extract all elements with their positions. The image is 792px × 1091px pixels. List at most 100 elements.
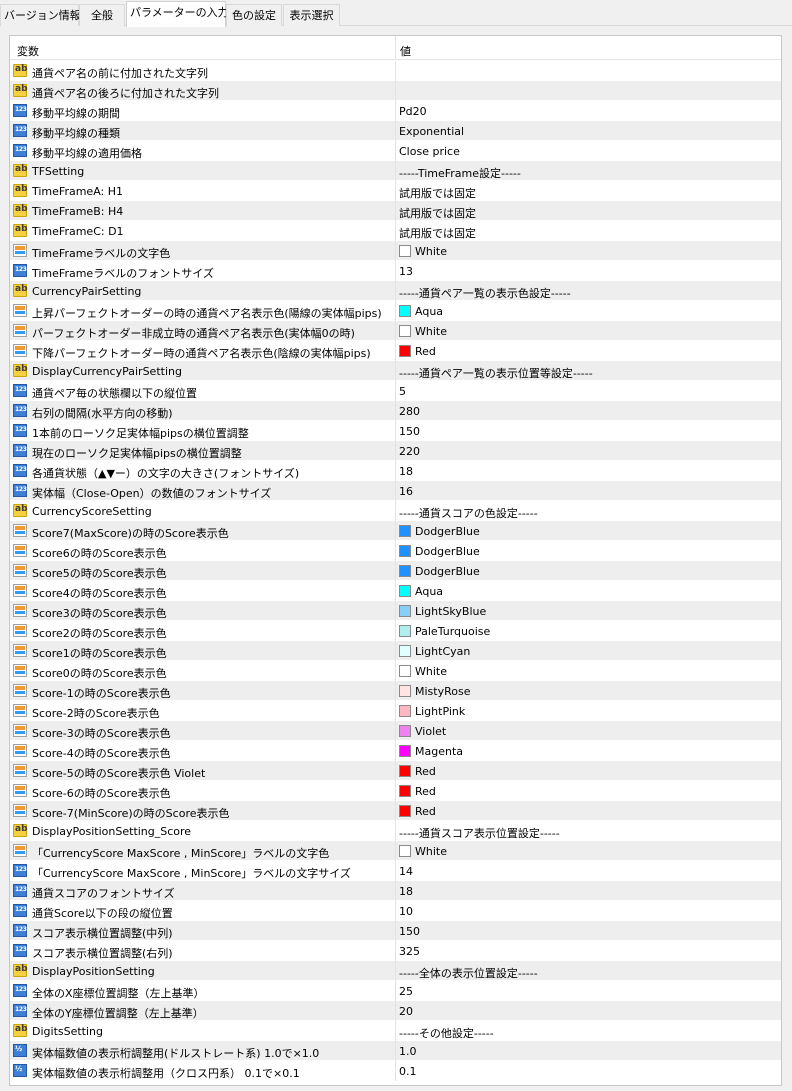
- color-swatch[interactable]: [399, 525, 411, 537]
- color-swatch[interactable]: [399, 785, 411, 797]
- parameter-value[interactable]: Aqua: [415, 585, 443, 598]
- parameter-value[interactable]: 150: [399, 425, 420, 438]
- tab-display-select[interactable]: 表示選択: [283, 4, 340, 26]
- parameter-row[interactable]: ab CurrencyScoreSetting -----通貨スコアの色設定----…: [10, 501, 781, 521]
- parameter-value[interactable]: 16: [399, 485, 413, 498]
- parameter-value[interactable]: -----全体の表示位置設定-----: [399, 965, 538, 981]
- tab-version-info[interactable]: バージョン情報: [0, 4, 81, 26]
- parameter-value[interactable]: Red: [415, 765, 436, 778]
- color-swatch[interactable]: [399, 305, 411, 317]
- color-swatch[interactable]: [399, 705, 411, 717]
- parameter-row[interactable]: 123 各通貨状態（▲▼ー）の文字の大きさ(フォントサイズ) 18: [10, 461, 781, 481]
- header-separator[interactable]: [395, 36, 396, 60]
- parameter-value[interactable]: White: [415, 665, 447, 678]
- parameter-row[interactable]: Score-5の時のScore表示色 Violet Red: [10, 761, 781, 781]
- parameter-value[interactable]: Red: [415, 345, 436, 358]
- parameter-row[interactable]: 123 移動平均線の期間 Pd20: [10, 101, 781, 121]
- parameter-value[interactable]: 18: [399, 465, 413, 478]
- parameter-row[interactable]: 123 スコア表示横位置調整(右列) 325: [10, 941, 781, 961]
- parameter-row[interactable]: 123 通貨Score以下の段の縦位置 10: [10, 901, 781, 921]
- parameter-value[interactable]: -----その他設定-----: [399, 1025, 494, 1041]
- parameter-value[interactable]: Pd20: [399, 105, 427, 118]
- parameter-row[interactable]: Score-7(MinScore)の時のScore表示色 Red: [10, 801, 781, 821]
- color-swatch[interactable]: [399, 545, 411, 557]
- parameter-value[interactable]: 20: [399, 1005, 413, 1018]
- parameter-value[interactable]: 150: [399, 925, 420, 938]
- color-swatch[interactable]: [399, 325, 411, 337]
- parameter-value[interactable]: -----通貨スコア表示位置設定-----: [399, 825, 560, 841]
- color-swatch[interactable]: [399, 645, 411, 657]
- color-swatch[interactable]: [399, 665, 411, 677]
- parameter-row[interactable]: 「CurrencyScore MaxScore , MinScore」ラベルの文…: [10, 841, 781, 861]
- parameter-row[interactable]: ab TimeFrameB: H4 試用版では固定: [10, 201, 781, 221]
- color-swatch[interactable]: [399, 625, 411, 637]
- parameter-row[interactable]: Score-4の時のScore表示色 Magenta: [10, 741, 781, 761]
- parameter-row[interactable]: Score6の時のScore表示色 DodgerBlue: [10, 541, 781, 561]
- parameter-value[interactable]: -----通貨ペア一覧の表示色設定-----: [399, 285, 571, 301]
- color-swatch[interactable]: [399, 565, 411, 577]
- tab-parameters[interactable]: パラメーターの入力: [126, 1, 229, 27]
- parameter-row[interactable]: 下降パーフェクトオーダー時の通貨ペア名表示色(陰線の実体幅pips) Red: [10, 341, 781, 361]
- parameter-row[interactable]: Score-1の時のScore表示色 MistyRose: [10, 681, 781, 701]
- parameter-row[interactable]: 123 移動平均線の種類 Exponential: [10, 121, 781, 141]
- parameter-row[interactable]: Score-2時のScore表示色 LightPink: [10, 701, 781, 721]
- parameter-row[interactable]: ab CurrencyPairSetting -----通貨ペア一覧の表示色設定--…: [10, 281, 781, 301]
- parameter-value[interactable]: 1.0: [399, 1045, 417, 1058]
- parameter-row[interactable]: ab DisplayPositionSetting_Score -----通貨スコア…: [10, 821, 781, 841]
- parameter-row[interactable]: ½ 実体幅数値の表示桁調整用(ドルストレート系) 1.0で×1.0 1.0: [10, 1041, 781, 1061]
- parameter-value[interactable]: White: [415, 245, 447, 258]
- parameter-row[interactable]: 123 現在のローソク足実体幅pipsの横位置調整 220: [10, 441, 781, 461]
- parameter-value[interactable]: LightSkyBlue: [415, 605, 486, 618]
- parameter-row[interactable]: パーフェクトオーダー非成立時の通貨ペア名表示色(実体幅0の時) White: [10, 321, 781, 341]
- parameter-value[interactable]: MistyRose: [415, 685, 470, 698]
- color-swatch[interactable]: [399, 245, 411, 257]
- parameter-row[interactable]: ab DisplayCurrencyPairSetting -----通貨ペア一覧の…: [10, 361, 781, 381]
- parameter-row[interactable]: ab TFSetting -----TimeFrame設定-----: [10, 161, 781, 181]
- parameter-row[interactable]: 123 「CurrencyScore MaxScore , MinScore」ラベ…: [10, 861, 781, 881]
- parameter-row[interactable]: 123 1本前のローソク足実体幅pipsの横位置調整 150: [10, 421, 781, 441]
- tab-colors[interactable]: 色の設定: [226, 4, 282, 26]
- parameter-row[interactable]: Score-3の時のScore表示色 Violet: [10, 721, 781, 741]
- parameter-value[interactable]: LightPink: [415, 705, 465, 718]
- parameter-row[interactable]: Score7(MaxScore)の時のScore表示色 DodgerBlue: [10, 521, 781, 541]
- parameter-value[interactable]: 14: [399, 865, 413, 878]
- parameter-value[interactable]: 0.1: [399, 1065, 417, 1078]
- parameter-value[interactable]: -----通貨スコアの色設定-----: [399, 505, 538, 521]
- parameter-value[interactable]: 試用版では固定: [399, 225, 476, 241]
- parameter-value[interactable]: PaleTurquoise: [415, 625, 490, 638]
- color-swatch[interactable]: [399, 685, 411, 697]
- parameter-row[interactable]: 上昇パーフェクトオーダーの時の通貨ペア名表示色(陽線の実体幅pips) Aqua: [10, 301, 781, 321]
- parameter-row[interactable]: ½ 実体幅数値の表示桁調整用（クロス円系） 0.1で×0.1 0.1: [10, 1061, 781, 1081]
- parameter-value[interactable]: Close price: [399, 145, 460, 158]
- parameter-row[interactable]: ab 通貨ペア名の前に付加された文字列: [10, 61, 781, 81]
- parameter-row[interactable]: Score1の時のScore表示色 LightCyan: [10, 641, 781, 661]
- parameter-value[interactable]: LightCyan: [415, 645, 470, 658]
- parameter-row[interactable]: Score0の時のScore表示色 White: [10, 661, 781, 681]
- parameter-value[interactable]: DodgerBlue: [415, 565, 480, 578]
- parameter-row[interactable]: TimeFrameラベルの文字色 White: [10, 241, 781, 261]
- parameter-value[interactable]: DodgerBlue: [415, 545, 480, 558]
- color-swatch[interactable]: [399, 765, 411, 777]
- parameter-row[interactable]: Score2の時のScore表示色 PaleTurquoise: [10, 621, 781, 641]
- color-swatch[interactable]: [399, 345, 411, 357]
- parameter-row[interactable]: ab TimeFrameA: H1 試用版では固定: [10, 181, 781, 201]
- parameter-value[interactable]: Red: [415, 805, 436, 818]
- parameter-row[interactable]: Score4の時のScore表示色 Aqua: [10, 581, 781, 601]
- parameter-value[interactable]: 10: [399, 905, 413, 918]
- color-swatch[interactable]: [399, 805, 411, 817]
- color-swatch[interactable]: [399, 605, 411, 617]
- parameter-value[interactable]: Aqua: [415, 305, 443, 318]
- parameter-row[interactable]: 123 全体のY座標位置調整（左上基準） 20: [10, 1001, 781, 1021]
- color-swatch[interactable]: [399, 585, 411, 597]
- color-swatch[interactable]: [399, 725, 411, 737]
- parameter-row[interactable]: 123 スコア表示横位置調整(中列) 150: [10, 921, 781, 941]
- parameter-value[interactable]: 5: [399, 385, 406, 398]
- header-variable[interactable]: 変数: [17, 43, 39, 59]
- parameter-row[interactable]: ab DisplayPositionSetting -----全体の表示位置設定--…: [10, 961, 781, 981]
- parameter-value[interactable]: 試用版では固定: [399, 205, 476, 221]
- tab-general[interactable]: 全般: [79, 4, 125, 26]
- parameter-row[interactable]: 123 右列の間隔(水平方向の移動) 280: [10, 401, 781, 421]
- parameter-value[interactable]: White: [415, 325, 447, 338]
- parameter-row[interactable]: Score5の時のScore表示色 DodgerBlue: [10, 561, 781, 581]
- parameter-row[interactable]: 123 実体幅（Close-Open）の数値のフォントサイズ 16: [10, 481, 781, 501]
